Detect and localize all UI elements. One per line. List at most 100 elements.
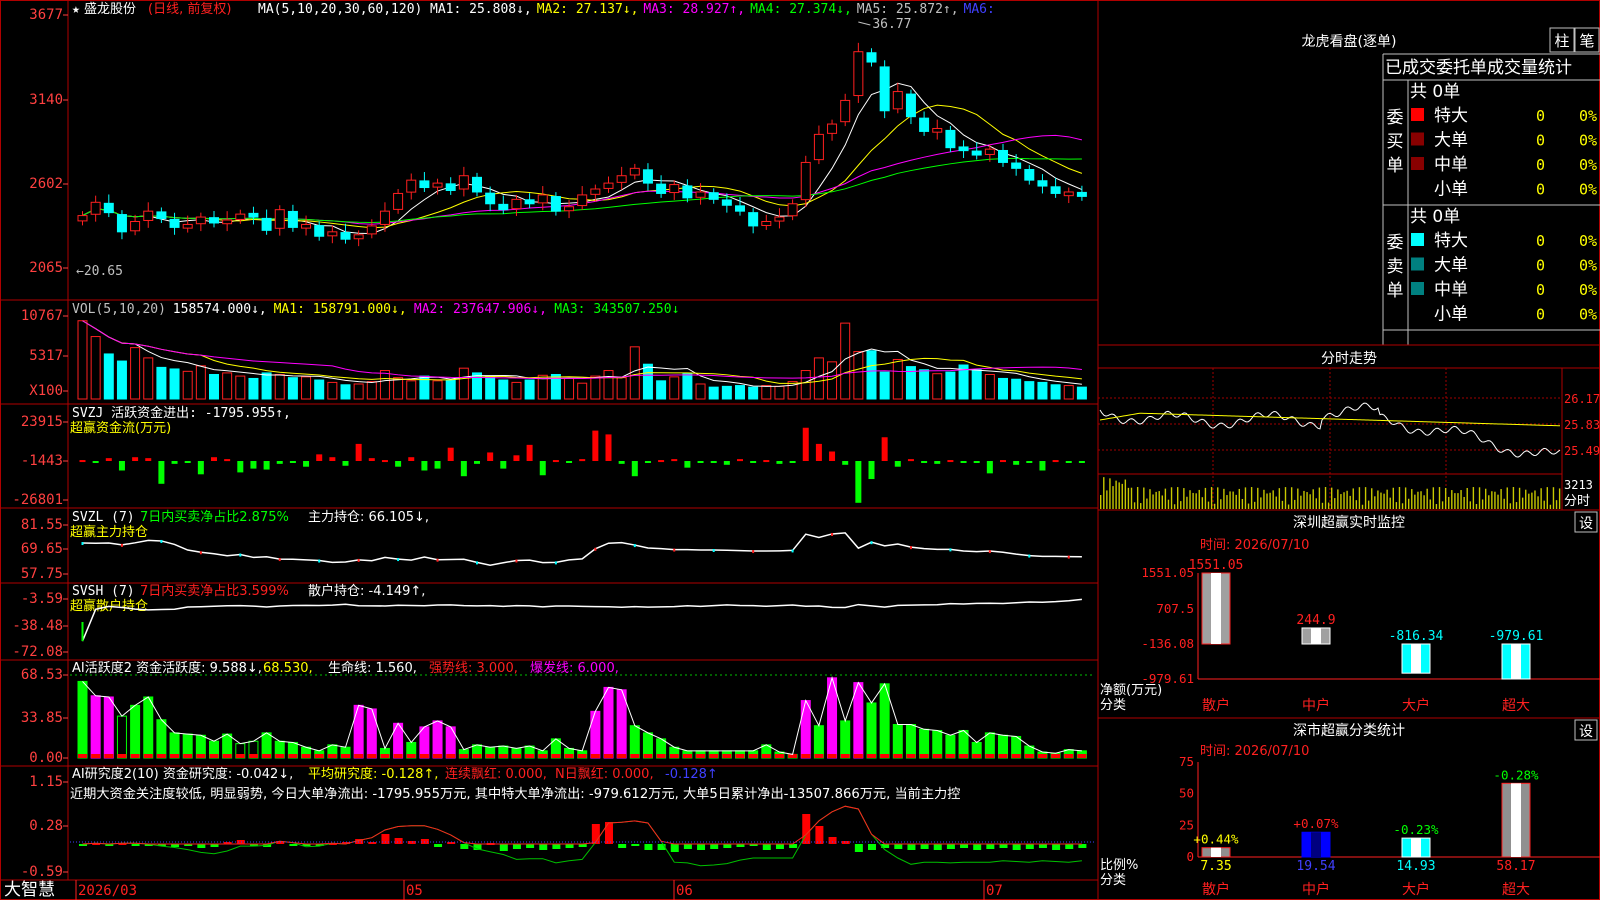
intraday-volume-bar <box>1272 490 1274 509</box>
sz-stats-settings-label[interactable]: 设 <box>1579 724 1593 740</box>
fund-flow-bar <box>381 460 388 463</box>
fund-flow-bar <box>855 461 862 503</box>
fund-flow-bar <box>513 455 520 461</box>
intraday-vol-unit: 分时 <box>1564 494 1590 509</box>
candle <box>971 150 982 156</box>
ma-value: MA2: 27.137↓, <box>537 2 639 17</box>
intraday-volume-bar <box>1334 498 1336 509</box>
brand-label[interactable]: 大智慧 <box>4 880 55 900</box>
svzl-holding: 主力持仓: 66.105↓, <box>308 510 429 525</box>
sz-monitor-settings-button[interactable]: 设 <box>1574 511 1598 533</box>
stock-name[interactable]: 盛龙股份 <box>84 2 136 17</box>
fund-flow-bar <box>1052 460 1059 463</box>
research-bar <box>539 844 548 850</box>
candle <box>287 210 298 228</box>
sz-monitor-settings-label[interactable]: 设 <box>1579 516 1593 532</box>
intraday-volume-bar <box>1241 499 1244 509</box>
volume-bar <box>971 369 982 400</box>
intraday-volume-bar <box>1303 490 1305 509</box>
tick-mode-button-label[interactable]: 笔 <box>1579 32 1594 50</box>
fund-flow-bar <box>986 461 993 474</box>
intraday-volume-bar <box>1457 493 1459 509</box>
intraday-volume-bar <box>1136 487 1139 509</box>
research-bar <box>841 841 850 844</box>
candle <box>1050 186 1061 194</box>
sz-stats-caption: 比例% <box>1100 858 1138 873</box>
order-stats-title: 已成交委托单成交量统计 <box>1385 58 1572 78</box>
candle <box>892 91 903 110</box>
research-ma-line <box>82 805 1082 867</box>
fund-flow-bar <box>316 454 323 461</box>
activity-base <box>419 754 429 758</box>
date-label: 07 <box>986 883 1003 899</box>
candle <box>1076 191 1087 197</box>
activity-base <box>959 754 969 758</box>
fund-flow-bar <box>697 461 704 463</box>
sell-row-label: 中单 <box>1434 280 1468 300</box>
holding-dot <box>278 558 281 562</box>
activity-bar <box>156 719 167 759</box>
research-bar <box>710 844 719 849</box>
intraday-volume-bar <box>1106 490 1108 509</box>
activity-base <box>78 754 87 758</box>
sell-swatch <box>1411 257 1424 271</box>
candle <box>353 234 364 240</box>
intraday-volume-bar <box>1503 498 1505 509</box>
candle <box>1037 180 1048 187</box>
tick-mode-button[interactable]: 笔 <box>1574 27 1600 53</box>
holding-dot <box>752 550 755 554</box>
fund-flow-bar <box>710 461 717 463</box>
intraday-volume-bar <box>1284 487 1287 509</box>
activity-bar <box>616 689 627 759</box>
sz-stats-bar-highlight <box>1311 832 1321 857</box>
fund-flow-bar <box>829 451 836 461</box>
holding-dot <box>594 547 597 551</box>
intraday-volume-bar <box>1349 495 1351 509</box>
buy-total: 共 0单 <box>1410 82 1460 102</box>
intraday-volume-bar <box>1164 488 1167 509</box>
bar-mode-button[interactable]: 柱 <box>1549 27 1575 53</box>
candle <box>524 199 535 205</box>
fund-flow-bar <box>105 458 112 461</box>
volume-bar <box>222 372 233 400</box>
volume-bar <box>984 373 995 400</box>
holding-dot <box>870 541 873 545</box>
intraday-volume-bar <box>1324 487 1327 509</box>
intraday-volume-bar <box>1435 504 1438 509</box>
ai2-axis-label: 1.15 <box>29 774 63 790</box>
volume-bar <box>314 379 325 400</box>
fund-flow-bar <box>737 459 743 462</box>
candle <box>156 211 167 220</box>
svzj-axis-label: 23915 <box>21 414 63 430</box>
sz-stats-settings-button[interactable]: 设 <box>1574 719 1598 741</box>
volume-bar <box>209 373 219 400</box>
intraday-volume-bar <box>1528 493 1530 509</box>
period-label[interactable]: (日线, 前复权) <box>148 1 231 17</box>
intraday-volume-bar <box>1367 500 1370 509</box>
activity-base <box>248 754 258 758</box>
fund-flow-bar <box>224 459 231 462</box>
bar-mode-button-label[interactable]: 柱 <box>1554 32 1569 50</box>
intraday-volume-bar <box>1140 503 1142 509</box>
candle <box>90 201 101 215</box>
candle <box>840 99 851 123</box>
candle <box>616 175 627 183</box>
fund-flow-bar <box>789 461 796 463</box>
sell-side-label-char: 委 <box>1387 233 1404 253</box>
activity-bar <box>116 715 127 759</box>
intraday-volume-bar <box>1100 495 1102 509</box>
activity-base <box>262 754 272 758</box>
volume-bar <box>406 380 417 400</box>
ma-value: MA5: 25.872↑, <box>857 2 959 17</box>
candle <box>998 149 1008 163</box>
fund-flow-bar <box>973 461 980 463</box>
intraday-volume-bar <box>1494 491 1496 509</box>
sz-stats-delta-label: +0.07% <box>1293 816 1339 831</box>
sell-row-count: 0 <box>1536 232 1545 250</box>
activity-base <box>814 754 824 758</box>
holding-dot <box>239 553 242 557</box>
intraday-volume-bar <box>1525 489 1527 509</box>
activity-base <box>630 754 640 758</box>
holding-dot <box>554 561 557 565</box>
activity-base <box>827 754 837 758</box>
